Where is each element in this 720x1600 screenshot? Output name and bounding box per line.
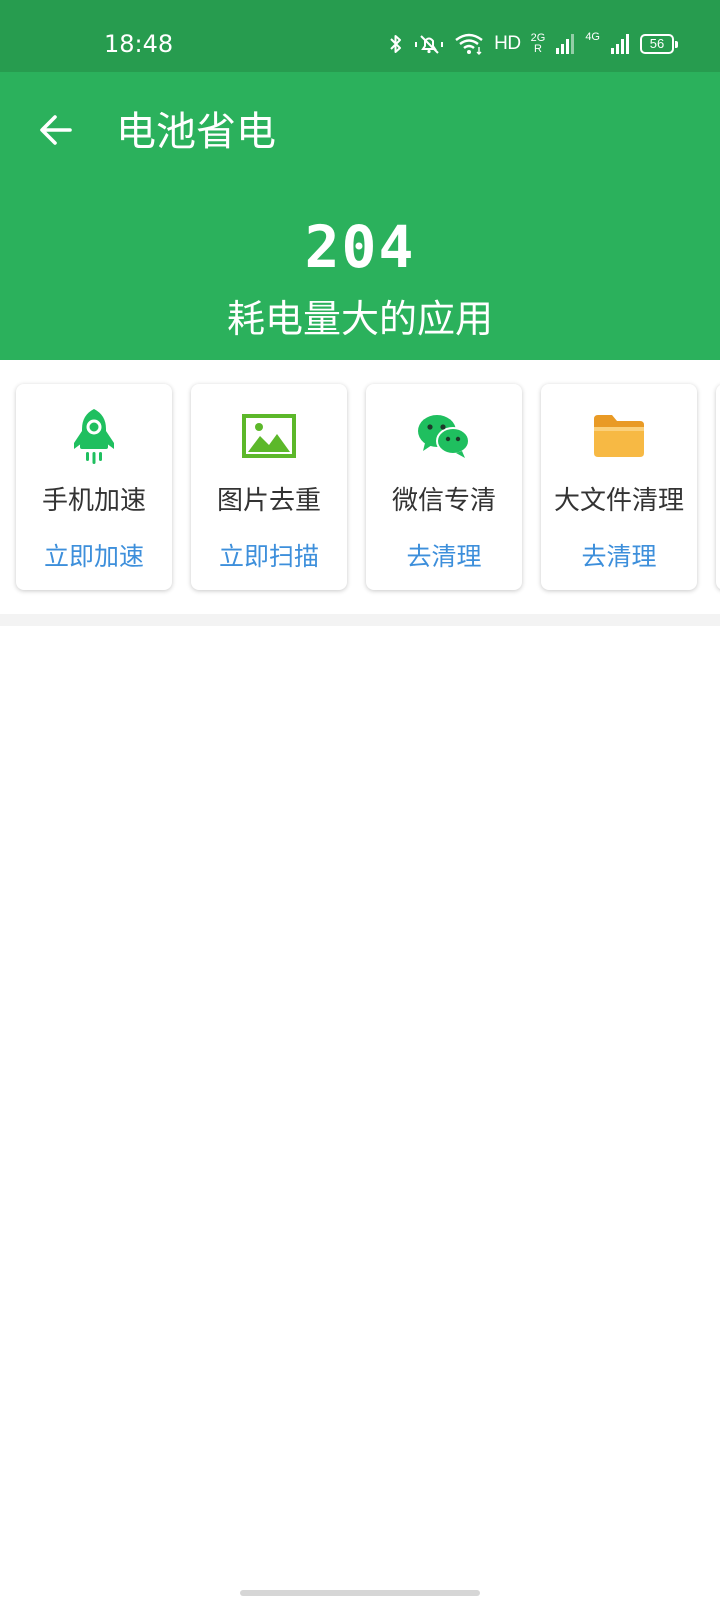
tool-title: 微信专清	[391, 486, 496, 516]
tool-card-large-file-clean[interactable]: 大文件清理 去清理	[541, 384, 697, 590]
rocket-icon	[64, 406, 124, 466]
tool-action-link[interactable]: 立即扫描	[191, 540, 347, 574]
sim1-network: 2G R	[531, 33, 546, 55]
tool-card-phone-boost[interactable]: 手机加速 立即加速	[16, 384, 172, 590]
sim2-network-label: 4G	[585, 31, 600, 43]
section-divider	[0, 614, 720, 626]
wechat-icon	[414, 406, 474, 466]
tool-title: 图片去重	[216, 486, 321, 516]
tool-action-link[interactable]: 去清理	[366, 540, 522, 574]
bluetooth-icon	[388, 32, 404, 56]
back-arrow-icon	[38, 112, 74, 152]
status-time: 18:48	[104, 30, 174, 58]
sim1-roaming-label: R	[533, 43, 542, 55]
tool-action-link[interactable]: 去清理	[541, 540, 697, 574]
power-hungry-app-count: 204	[304, 213, 416, 281]
back-button[interactable]	[30, 106, 82, 158]
battery-icon: 56	[640, 34, 678, 54]
header-banner: 电池省电 204 耗电量大的应用	[0, 72, 720, 360]
tool-action-link[interactable]: 立即加速	[16, 540, 172, 574]
image-icon	[239, 406, 299, 466]
tool-title: 大文件清理	[553, 486, 684, 516]
battery-level: 56	[649, 36, 665, 51]
gesture-nav-handle[interactable]	[240, 1590, 480, 1596]
content-area	[0, 626, 720, 1566]
mute-bell-icon	[414, 32, 444, 56]
wifi-icon	[454, 32, 484, 56]
status-bar: 18:48 HD 2G R 4G 56	[0, 0, 720, 72]
tools-row[interactable]: 手机加速 立即加速 图片去重 立即扫描 微信专清 去清理 大文件清理 去清理	[0, 360, 720, 610]
folder-icon	[589, 406, 649, 466]
signal-icon	[555, 33, 575, 55]
tool-card-image-dedup[interactable]: 图片去重 立即扫描	[191, 384, 347, 590]
tool-title: 手机加速	[41, 486, 146, 516]
tool-card-overflow[interactable]	[716, 384, 720, 590]
hd-label: HD	[494, 33, 521, 54]
signal-icon	[610, 33, 630, 55]
tool-card-wechat-clean[interactable]: 微信专清 去清理	[366, 384, 522, 590]
page-title: 电池省电	[116, 109, 276, 155]
power-hungry-app-caption: 耗电量大的应用	[226, 297, 493, 341]
status-icons: HD 2G R 4G 56	[388, 28, 678, 60]
